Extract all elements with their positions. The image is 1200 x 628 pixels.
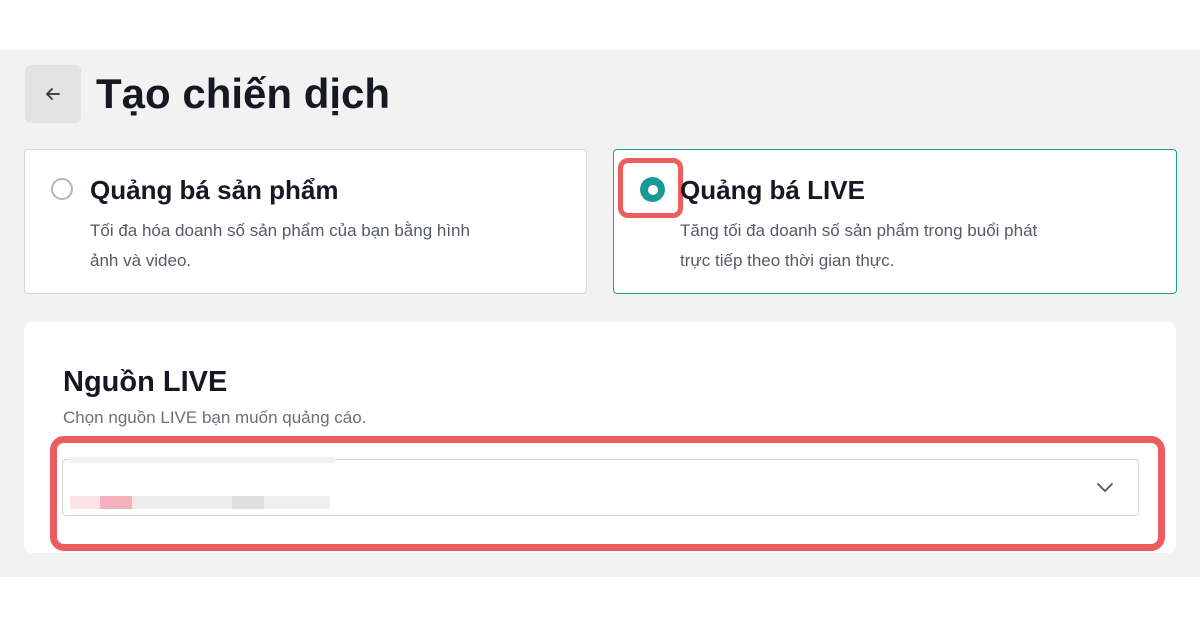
arrow-left-icon [46, 88, 60, 100]
live-source-subtitle: Chọn nguồn LIVE bạn muốn quảng cáo. [63, 408, 367, 427]
option-description-product: Tối đa hóa doanh số sản phẩm của bạn bằn… [90, 221, 470, 270]
live-source-title: Nguồn LIVE [63, 366, 228, 398]
page-title: Tạo chiến dịch [96, 70, 391, 117]
radio-product[interactable] [51, 178, 73, 200]
radio-highlight-box [618, 158, 683, 218]
dropdown-highlight-box [50, 436, 1165, 551]
option-title-live: Quảng bá LIVE [680, 175, 865, 205]
back-button[interactable] [25, 65, 81, 123]
option-title-product: Quảng bá sản phẩm [90, 175, 339, 205]
option-description-live: Tăng tối đa doanh số sản phẩm trong buổi… [680, 221, 1038, 270]
